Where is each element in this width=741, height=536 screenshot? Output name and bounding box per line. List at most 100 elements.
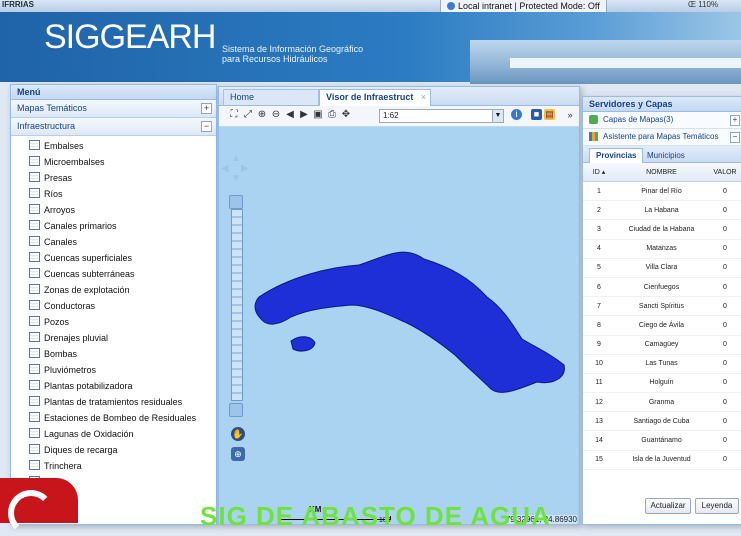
panel-buttons: Actualizar Leyenda (583, 498, 741, 516)
infraestructura-layer-list: Embalses Microembalses Presas Ríos Arroyos Ca… (11, 138, 216, 490)
select-area-icon[interactable]: ▣ (313, 109, 323, 121)
layer-item[interactable]: Diques de recarga (11, 442, 216, 458)
layer-item[interactable]: Trinchera (11, 458, 216, 474)
layer-item[interactable]: Canales primarios (11, 218, 216, 234)
zoom-out-icon[interactable]: ⊖ (271, 109, 281, 121)
table-row[interactable]: 13 Santiago de Cuba 0 (583, 411, 741, 432)
table-row[interactable]: 7 Sancti Spíritus 0 (583, 296, 741, 317)
column-header-valor[interactable]: VALOR (708, 163, 741, 182)
table-row[interactable]: 5 Villa Clara 0 (583, 258, 741, 278)
layer-item[interactable]: Bombas (11, 346, 216, 362)
cell-nombre: Ciego de Ávila (615, 315, 708, 336)
scale-select[interactable]: 1:62 ▼ (379, 109, 504, 123)
more-tools-button[interactable]: » (565, 109, 575, 121)
browser-tab-label[interactable]: IFRRIAS (2, 0, 34, 9)
layer-item[interactable]: Drenajes pluvial (11, 330, 216, 346)
layer-item[interactable]: Plantas potabilizadora (11, 378, 216, 394)
tab-visor-label: Visor de Infraestruct (326, 92, 414, 102)
export-icon[interactable]: ▤ (544, 109, 555, 120)
layer-item[interactable]: Embalses (11, 138, 216, 154)
table-row[interactable]: 15 Isla de la Juventud 0 (583, 450, 741, 470)
expand-toggle[interactable]: + (730, 115, 740, 126)
cell-valor: 0 (708, 315, 741, 336)
legend-button[interactable]: Leyenda (695, 498, 739, 514)
cell-valor: 0 (708, 392, 741, 413)
layer-item[interactable]: Canales (11, 234, 216, 250)
layer-item[interactable]: Cuencas subterráneas (11, 266, 216, 282)
layer-item[interactable]: Presas (11, 170, 216, 186)
expand-toggle[interactable]: + (201, 103, 212, 114)
zoom-extent-icon[interactable]: ⛶ (229, 109, 239, 121)
layer-item-label: Ríos (44, 189, 63, 199)
hand-pan-icon[interactable]: ✋ (231, 427, 245, 441)
cell-nombre: Matanzas (615, 239, 708, 259)
table-row[interactable]: 2 La Habana 0 (583, 200, 741, 221)
zoom-box-icon[interactable]: ⊕ (231, 447, 245, 461)
layer-item[interactable]: Microembalses (11, 154, 216, 170)
collapse-toggle[interactable]: − (201, 121, 212, 132)
chevron-down-icon[interactable]: ▼ (492, 110, 503, 122)
pan-down-icon[interactable]: ▼ (231, 173, 241, 184)
table-row[interactable]: 10 Las Tunas 0 (583, 354, 741, 374)
table-row[interactable]: 1 Pinar del Río 0 (583, 181, 741, 202)
accordion-infraestructura[interactable]: Infraestructura − (11, 118, 216, 136)
layer-list-icon (29, 380, 40, 390)
layer-item-label: Cuencas subterráneas (44, 269, 135, 279)
cell-valor: 0 (708, 219, 741, 240)
table-row[interactable]: 9 Camagüey 0 (583, 335, 741, 355)
tab-close-icon[interactable]: × (421, 90, 426, 105)
refresh-icon (589, 115, 598, 124)
map-canvas[interactable]: ▲ ◀ ▶ ▼ ✋ ⊕ KM 100 79.32961, 24.86930 (219, 127, 579, 524)
layer-item[interactable]: Lagunas de Oxidación (11, 426, 216, 442)
tab-municipios[interactable]: Municipios (641, 149, 691, 162)
table-row[interactable]: 8 Ciego de Ávila 0 (583, 315, 741, 336)
zoom-slider[interactable] (231, 209, 243, 401)
layer-item[interactable]: Pluviómetros (11, 362, 216, 378)
layer-item-label: Presas (44, 173, 73, 183)
map-viewer-panel: Home Visor de Infraestruct × ⛶ ⤢ ⊕ ⊖ ◀ ▶ … (218, 86, 580, 525)
layer-item[interactable]: Estaciones de Bombeo de Residuales (11, 410, 216, 426)
pan-icon[interactable]: ✥ (341, 109, 351, 121)
print-icon[interactable]: ⎙ (327, 109, 337, 121)
layer-list-icon (29, 348, 40, 358)
column-header-nombre[interactable]: NOMBRE (615, 163, 708, 182)
layer-item[interactable]: Plantas de tratamientos residuales (11, 394, 216, 410)
pan-left-icon[interactable]: ◀ (221, 163, 229, 174)
forward-icon[interactable]: ▶ (299, 109, 309, 121)
layer-item[interactable]: Conductoras (11, 298, 216, 314)
table-row[interactable]: 4 Matanzas 0 (583, 239, 741, 259)
table-row[interactable]: 14 Guantánamo 0 (583, 430, 741, 451)
layer-item[interactable]: Ríos (11, 186, 216, 202)
pan-right-icon[interactable]: ▶ (241, 163, 249, 174)
table-row[interactable]: 11 Holguín 0 (583, 373, 741, 394)
zoom-in-icon[interactable] (229, 195, 243, 209)
tab-home[interactable]: Home (223, 89, 319, 105)
info-icon[interactable]: i (511, 109, 522, 120)
zoom-out-icon[interactable] (229, 403, 243, 417)
tab-provincias[interactable]: Provincias (589, 148, 644, 163)
collapse-toggle[interactable]: − (730, 132, 740, 143)
layer-item[interactable]: Zonas de explotación (11, 282, 216, 298)
layer-item[interactable]: Arroyos (11, 202, 216, 218)
layer-row-capas[interactable]: Capas de Mapas(3) + (583, 112, 741, 129)
servers-layers-panel: Servidores y Capas Capas de Mapas(3) + A… (582, 96, 741, 525)
column-header-id[interactable]: ID ▴ (583, 163, 615, 182)
browser-zoom-level[interactable]: Œ 110% (688, 0, 718, 9)
full-extent-icon[interactable]: ⤢ (243, 109, 253, 121)
tab-visor-infraestructura[interactable]: Visor de Infraestruct × (319, 89, 431, 106)
layer-item-label: Estaciones de Bombeo de Residuales (44, 413, 197, 423)
table-row[interactable]: 12 Granma 0 (583, 392, 741, 413)
back-icon[interactable]: ◀ (285, 109, 295, 121)
update-button[interactable]: Actualizar (645, 498, 691, 514)
zoom-in-icon[interactable]: ⊕ (257, 109, 267, 121)
table-row[interactable]: 6 Cienfuegos 0 (583, 277, 741, 298)
layer-row-asistente[interactable]: Asistente para Mapas Temáticos − (583, 129, 741, 146)
cuba-island-map (254, 251, 565, 393)
layer-list-icon (29, 188, 40, 198)
table-row[interactable]: 3 Ciudad de la Habana 0 (583, 219, 741, 240)
accordion-mapas-tematicos[interactable]: Mapas Temáticos + (11, 100, 216, 118)
save-icon[interactable]: ■ (531, 109, 542, 120)
layer-item[interactable]: Pozos (11, 314, 216, 330)
pan-up-icon[interactable]: ▲ (231, 153, 241, 164)
layer-item[interactable]: Cuencas superficiales (11, 250, 216, 266)
